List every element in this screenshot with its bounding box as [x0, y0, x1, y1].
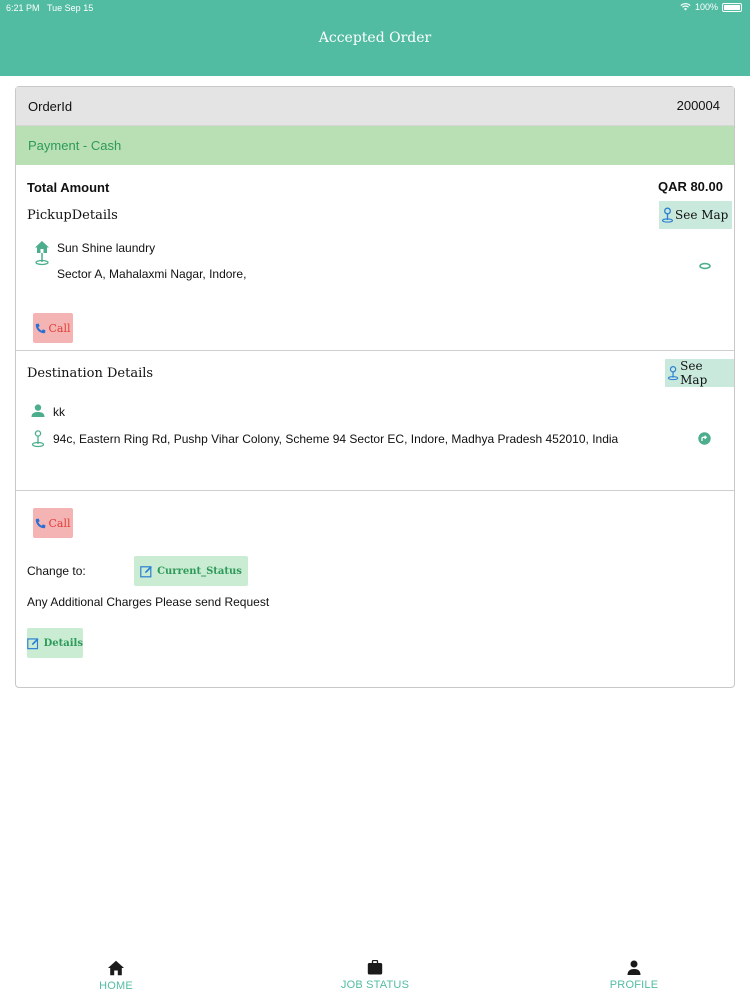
order-id-label: OrderId	[28, 99, 73, 114]
person-icon	[627, 960, 641, 975]
status-bar: 6:21 PM Tue Sep 15 100%	[0, 0, 750, 16]
tab-job-status[interactable]: JOB STATUS	[315, 950, 435, 1000]
destination-see-map-label: See Map	[680, 359, 708, 387]
location-pin-icon	[31, 430, 45, 448]
current-status-button[interactable]: Current_Status	[134, 556, 248, 586]
destination-title: Destination Details	[27, 366, 154, 381]
payment-method: Payment - Cash	[28, 138, 122, 153]
directions-icon[interactable]	[698, 432, 711, 445]
person-icon	[31, 404, 45, 417]
phone-icon	[36, 323, 46, 333]
pickup-see-map-button[interactable]: See Map	[659, 201, 733, 229]
navigation-icon[interactable]	[699, 262, 711, 270]
destination-see-map-button[interactable]: See Map	[665, 359, 734, 387]
pickup-address: Sector A, Mahalaxmi Nagar, Indore,	[57, 267, 247, 281]
pickup-name: Sun Shine laundry	[57, 241, 156, 255]
details-button[interactable]: Details	[27, 628, 83, 658]
pickup-call-label: Call	[48, 321, 71, 335]
battery-icon	[722, 2, 742, 12]
status-date: Tue Sep 15	[47, 3, 94, 13]
current-status-label: Current_Status	[157, 565, 242, 577]
total-amount-value: QAR 80.00	[657, 179, 723, 194]
map-pin-icon	[661, 207, 674, 223]
tab-job-status-label: JOB STATUS	[340, 979, 410, 991]
bottom-tab-bar: HOME JOB STATUS PROFILE	[0, 950, 750, 1000]
home-pin-icon	[35, 241, 49, 266]
details-label: Details	[43, 637, 83, 649]
edit-icon	[140, 565, 152, 577]
tab-profile-label: PROFILE	[609, 979, 659, 991]
order-id-value: 200004	[676, 98, 720, 113]
section-divider	[16, 350, 734, 351]
section-divider	[16, 490, 734, 491]
change-to-label: Change to:	[27, 564, 86, 578]
battery-percent: 100%	[694, 2, 718, 12]
destination-name: kk	[53, 405, 65, 419]
pickup-see-map-label: See Map	[675, 208, 729, 222]
destination-call-button[interactable]: Call	[33, 508, 73, 538]
wifi-icon	[680, 3, 691, 11]
status-time: 6:21 PM	[6, 3, 40, 13]
edit-icon	[27, 637, 39, 649]
briefcase-icon	[367, 960, 383, 975]
page-title: Accepted Order	[318, 30, 432, 46]
pickup-call-button[interactable]: Call	[33, 313, 73, 343]
status-right: 100%	[680, 2, 742, 12]
order-id-row: OrderId 200004	[16, 87, 734, 126]
app-header: 6:21 PM Tue Sep 15 100% Accepted Order	[0, 0, 750, 76]
destination-call-label: Call	[48, 516, 71, 530]
payment-row: Payment - Cash	[16, 126, 734, 165]
additional-charges-text: Any Additional Charges Please send Reque…	[27, 595, 270, 609]
tab-home-label: HOME	[99, 980, 133, 992]
map-pin-icon	[667, 366, 679, 381]
total-amount-label: Total Amount	[27, 180, 110, 195]
phone-icon	[36, 518, 46, 528]
order-card: OrderId 200004 Payment - Cash Total Amou…	[15, 86, 735, 688]
home-icon	[108, 960, 124, 976]
tab-home[interactable]: HOME	[56, 950, 176, 1000]
destination-address: 94c, Eastern Ring Rd, Pushp Vihar Colony…	[53, 432, 619, 446]
tab-profile[interactable]: PROFILE	[574, 950, 694, 1000]
pickup-title: PickupDetails	[27, 208, 118, 223]
